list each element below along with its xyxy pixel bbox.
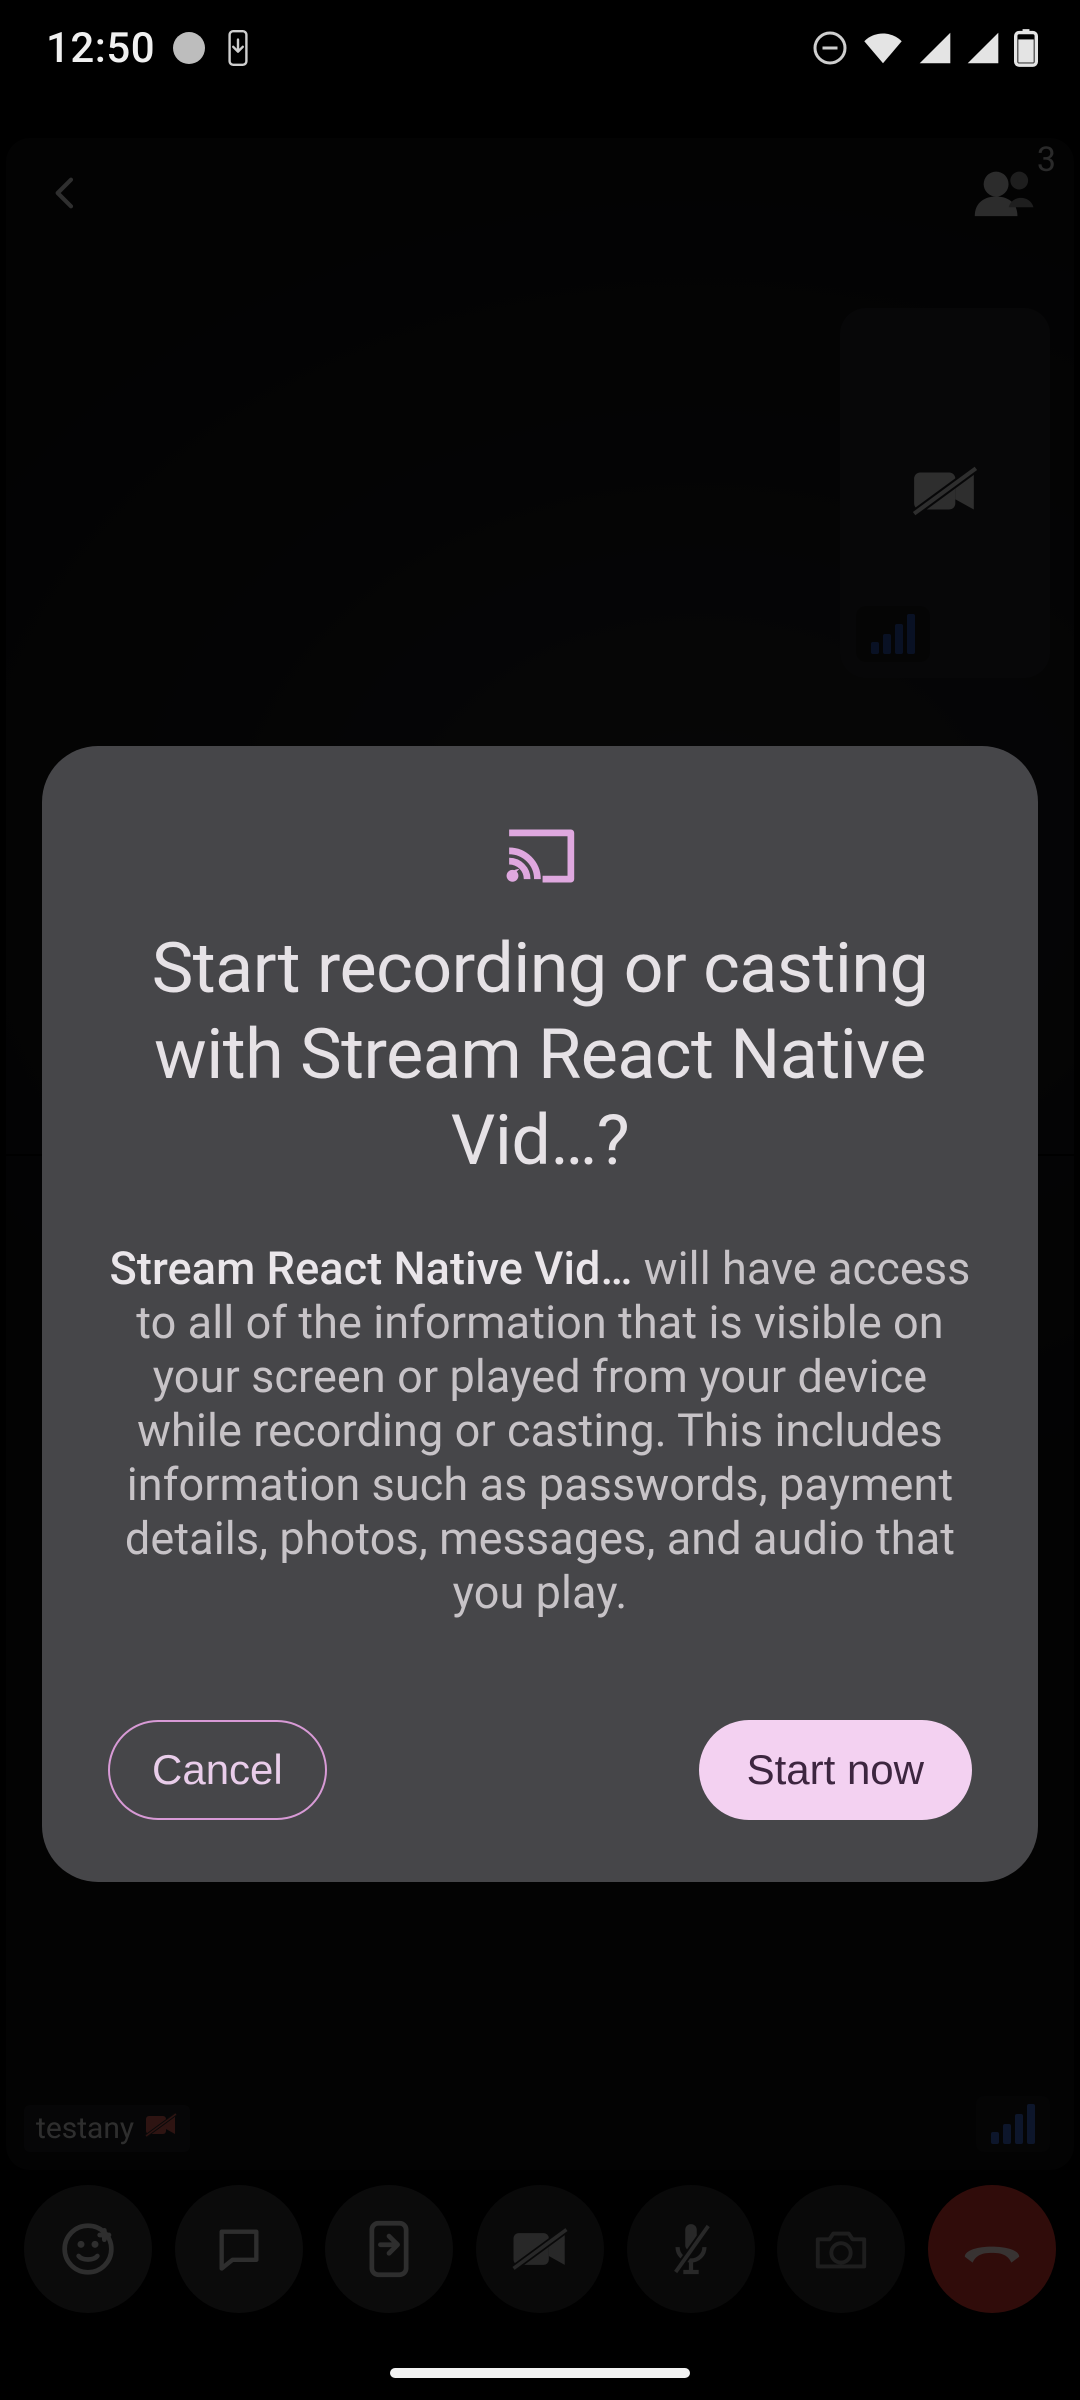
system-update-icon: [223, 30, 253, 66]
notification-dot-icon: [173, 32, 205, 64]
status-clock: 12:50: [46, 24, 155, 73]
wifi-icon: [862, 31, 904, 65]
cellular-signal-icon: [918, 31, 952, 65]
status-bar: 12:50: [0, 0, 1080, 96]
dialog-title: Start recording or casting with Stream R…: [108, 926, 972, 1184]
screen-capture-dialog: Start recording or casting with Stream R…: [42, 746, 1038, 1882]
dialog-body-text: will have access to all of the informati…: [125, 1242, 971, 1619]
cancel-button[interactable]: Cancel: [108, 1720, 327, 1820]
home-indicator[interactable]: [390, 2368, 690, 2378]
do-not-disturb-icon: [812, 30, 848, 66]
cast-icon: [108, 826, 972, 886]
start-now-button[interactable]: Start now: [699, 1720, 972, 1820]
dialog-body: Stream React Native Vid… will have acces…: [108, 1242, 972, 1620]
battery-icon: [1014, 29, 1038, 67]
dialog-app-name: Stream React Native Vid…: [110, 1242, 633, 1295]
cellular-signal-icon: [966, 31, 1000, 65]
